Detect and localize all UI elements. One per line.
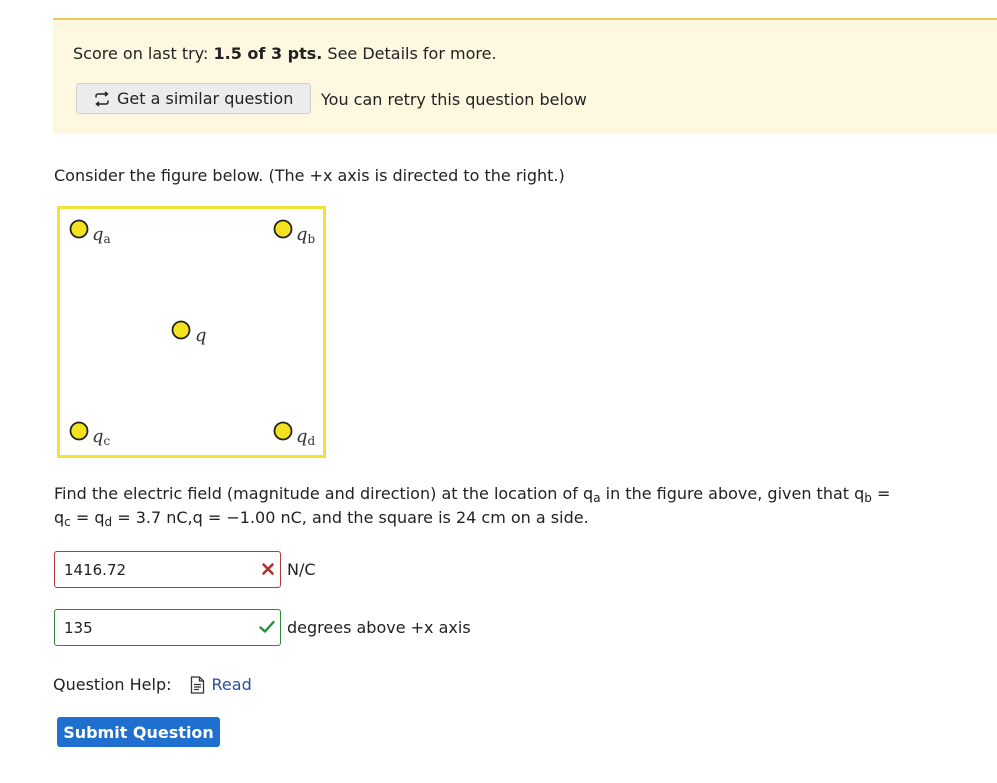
problem-text-3: = [871,484,891,503]
label-qa-main: q [92,224,104,245]
retry-icon [95,90,109,107]
problem-statement: Find the electric field (magnitude and d… [54,482,934,530]
charge-qd [273,421,293,441]
question-intro: Consider the figure below. (The +x axis … [54,166,565,185]
charge-qa [69,219,89,239]
label-qc-sub: c [104,434,111,448]
document-icon [190,675,204,694]
retry-text: You can retry this question below [321,90,587,109]
charge-qb [273,219,293,239]
problem-sub-a: a [593,491,601,505]
read-link-label[interactable]: Read [212,675,252,694]
score-panel: Score on last try: 1.5 of 3 pts. See Det… [53,18,997,134]
submit-question-button[interactable]: Submit Question [57,717,220,747]
read-link[interactable]: Read [190,675,252,694]
score-line: Score on last try: 1.5 of 3 pts. See Det… [73,44,497,63]
problem-text-2: in the figure above, given that q [600,484,865,503]
get-similar-question-label: Get a similar question [117,89,294,108]
problem-sub-d: d [104,515,113,529]
magnitude-unit: N/C [287,560,316,579]
problem-text-4: q [54,508,65,527]
magnitude-answer-value[interactable]: 1416.72 [64,561,280,579]
direction-unit: degrees above +x axis [287,618,471,637]
charge-figure: qa qb q qc qd [57,206,326,458]
correct-check-icon [259,620,275,633]
question-help-label: Question Help: [53,675,172,694]
problem-text-1: Find the electric field (magnitude and d… [54,484,594,503]
charge-qc [69,421,89,441]
problem-sub-b: b [864,491,872,505]
label-qc-main: q [92,426,104,447]
label-qd-main: q [296,426,308,447]
question-help: Question Help: Read [53,675,252,694]
direction-answer-value[interactable]: 135 [64,619,280,637]
score-value: 1.5 of 3 pts. [213,44,323,63]
label-qb-main: q [296,224,308,245]
label-qa-sub: a [104,232,111,246]
get-similar-question-button[interactable]: Get a similar question [76,83,311,114]
score-suffix: See Details for more. [322,44,497,63]
label-qd-sub: d [308,434,316,448]
direction-answer-input[interactable]: 135 [54,609,281,646]
problem-sub-c: c [64,515,71,529]
label-q: q [195,325,207,346]
problem-text-6: = 3.7 nC,q = −1.00 nC, and the square is… [112,508,589,527]
problem-text-5: = q [70,508,105,527]
score-prefix: Score on last try: [73,44,214,63]
label-qb-sub: b [308,232,316,246]
incorrect-x-icon [262,563,274,575]
charge-q [171,320,191,340]
magnitude-answer-input[interactable]: 1416.72 [54,551,281,588]
